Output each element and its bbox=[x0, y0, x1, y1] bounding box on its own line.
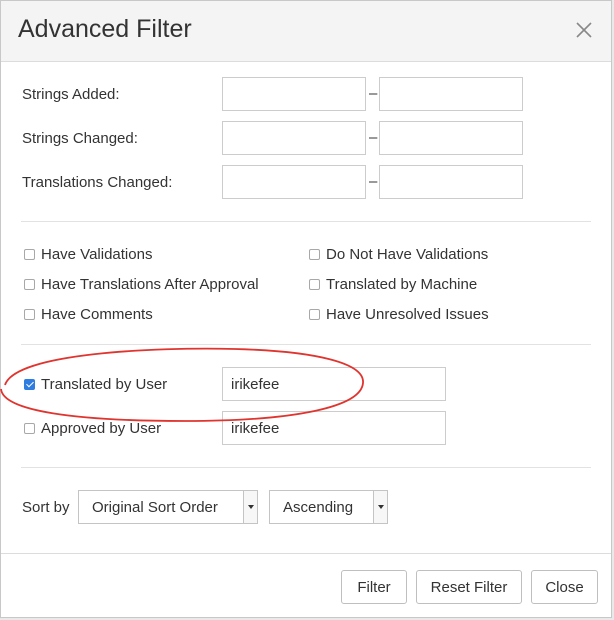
advanced-filter-dialog: Advanced Filter Strings Added: – Strings… bbox=[0, 0, 612, 618]
checkbox-box[interactable] bbox=[24, 309, 35, 320]
have-validations-label: Have Validations bbox=[41, 246, 153, 263]
chevron-down-icon[interactable] bbox=[243, 491, 257, 523]
sort-order-select[interactable]: Original Sort Order bbox=[78, 490, 258, 524]
have-comments-checkbox[interactable]: Have Comments bbox=[24, 306, 153, 323]
dialog-footer: Filter Reset Filter Close bbox=[1, 553, 611, 617]
have-comments-label: Have Comments bbox=[41, 306, 153, 323]
strings-changed-to-input[interactable] bbox=[379, 121, 523, 155]
have-unresolved-issues-label: Have Unresolved Issues bbox=[326, 306, 489, 323]
have-translations-after-approval-label: Have Translations After Approval bbox=[41, 276, 259, 293]
sort-direction-value: Ascending bbox=[283, 498, 354, 516]
sort-order-value: Original Sort Order bbox=[92, 498, 218, 516]
checkbox-box[interactable] bbox=[309, 279, 320, 290]
translated-by-machine-checkbox[interactable]: Translated by Machine bbox=[309, 276, 477, 293]
strings-changed-from-input[interactable] bbox=[222, 121, 366, 155]
section-divider bbox=[21, 467, 591, 468]
have-validations-checkbox[interactable]: Have Validations bbox=[24, 246, 152, 263]
filter-button[interactable]: Filter bbox=[341, 570, 407, 604]
section-divider bbox=[21, 344, 591, 345]
translated-by-user-input[interactable] bbox=[222, 367, 446, 401]
translated-by-user-label: Translated by User bbox=[41, 376, 168, 393]
checkbox-box[interactable] bbox=[309, 309, 320, 320]
strings-changed-label: Strings Changed: bbox=[22, 130, 138, 147]
dialog-header: Advanced Filter bbox=[1, 1, 611, 62]
checkbox-box[interactable] bbox=[24, 279, 35, 290]
sort-by-label: Sort by bbox=[22, 499, 70, 516]
strings-added-from-input[interactable] bbox=[222, 77, 366, 111]
dialog-title: Advanced Filter bbox=[18, 15, 192, 43]
translations-changed-label: Translations Changed: bbox=[22, 174, 173, 191]
strings-added-label: Strings Added: bbox=[22, 86, 120, 103]
strings-added-to-input[interactable] bbox=[379, 77, 523, 111]
close-icon[interactable] bbox=[575, 21, 593, 39]
approved-by-user-input[interactable] bbox=[222, 411, 446, 445]
have-translations-after-approval-checkbox[interactable]: Have Translations After Approval bbox=[24, 276, 259, 293]
translated-by-machine-label: Translated by Machine bbox=[326, 276, 478, 293]
do-not-have-validations-checkbox[interactable]: Do Not Have Validations bbox=[309, 246, 488, 263]
checkbox-box[interactable] bbox=[309, 249, 320, 260]
section-divider bbox=[21, 221, 591, 222]
range-dash: – bbox=[369, 85, 378, 102]
sort-direction-select[interactable]: Ascending bbox=[269, 490, 388, 524]
checkbox-box-checked[interactable] bbox=[24, 379, 35, 390]
chevron-down-icon[interactable] bbox=[373, 491, 387, 523]
approved-by-user-checkbox[interactable]: Approved by User bbox=[24, 420, 161, 437]
range-dash: – bbox=[369, 129, 378, 146]
translated-by-user-checkbox[interactable]: Translated by User bbox=[24, 376, 167, 393]
translations-changed-from-input[interactable] bbox=[222, 165, 366, 199]
translations-changed-to-input[interactable] bbox=[379, 165, 523, 199]
checkbox-box[interactable] bbox=[24, 249, 35, 260]
checkbox-box[interactable] bbox=[24, 423, 35, 434]
approved-by-user-label: Approved by User bbox=[41, 420, 162, 437]
range-dash: – bbox=[369, 173, 378, 190]
do-not-have-validations-label: Do Not Have Validations bbox=[326, 246, 489, 263]
close-button[interactable]: Close bbox=[531, 570, 598, 604]
have-unresolved-issues-checkbox[interactable]: Have Unresolved Issues bbox=[309, 306, 489, 323]
reset-filter-button[interactable]: Reset Filter bbox=[416, 570, 522, 604]
